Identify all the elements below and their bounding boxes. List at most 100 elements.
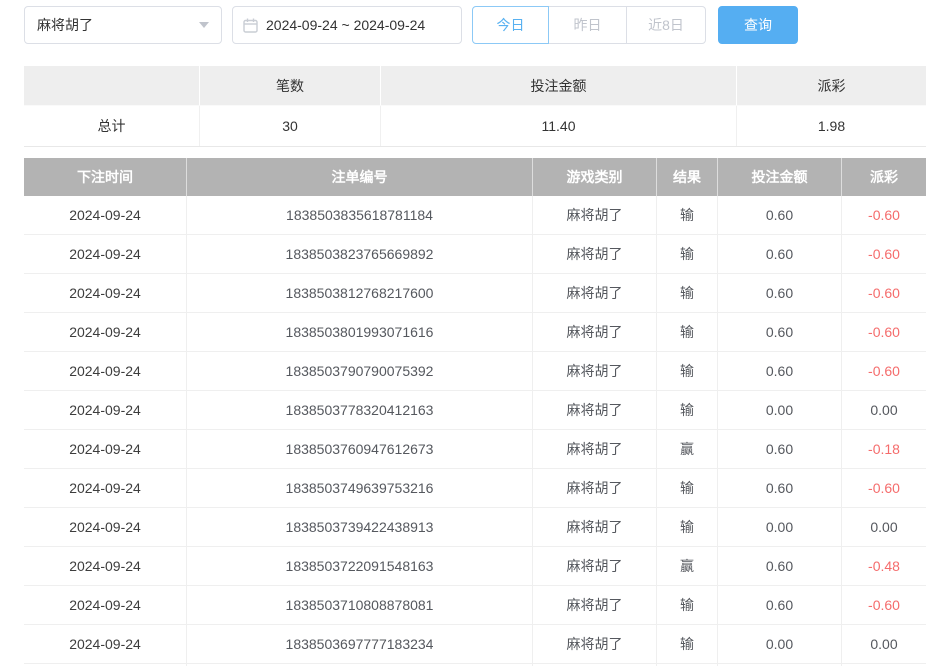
- date-range-input[interactable]: 2024-09-24 ~ 2024-09-24: [232, 6, 462, 44]
- game-type-cell: 麻将胡了: [533, 508, 657, 546]
- order-id-cell: 1838503790790075392: [187, 352, 533, 390]
- game-type-cell: 麻将胡了: [533, 391, 657, 429]
- bet-amount-cell: 0.00: [718, 391, 842, 429]
- table-row: 2024-09-24 1838503835618781184 麻将胡了 输 0.…: [24, 196, 926, 235]
- bet-amount-cell: 0.60: [718, 313, 842, 351]
- table-row: 2024-09-24 1838503760947612673 麻将胡了 赢 0.…: [24, 430, 926, 469]
- game-type-cell: 麻将胡了: [533, 196, 657, 234]
- order-id-cell: 1838503739422438913: [187, 508, 533, 546]
- bet-amount-cell: 0.60: [718, 235, 842, 273]
- payout-cell: 0.00: [842, 391, 926, 429]
- bets-table: 下注时间 注单编号 游戏类别 结果 投注金额 派彩 2024-09-24 183…: [24, 158, 926, 666]
- bet-amount-cell: 0.00: [718, 625, 842, 663]
- game-type-cell: 麻将胡了: [533, 625, 657, 663]
- summary-total-label: 总计: [24, 106, 200, 146]
- payout-cell: -0.60: [842, 352, 926, 390]
- bet-time-cell: 2024-09-24: [24, 430, 187, 468]
- bets-table-body: 2024-09-24 1838503835618781184 麻将胡了 输 0.…: [24, 196, 926, 666]
- bets-header-payout: 派彩: [842, 158, 926, 196]
- table-row: 2024-09-24 1838503749639753216 麻将胡了 输 0.…: [24, 469, 926, 508]
- bet-amount-cell: 0.60: [718, 430, 842, 468]
- payout-cell: -0.60: [842, 235, 926, 273]
- table-row: 2024-09-24 1838503823765669892 麻将胡了 输 0.…: [24, 235, 926, 274]
- table-row: 2024-09-24 1838503812768217600 麻将胡了 输 0.…: [24, 274, 926, 313]
- order-id-cell: 1838503760947612673: [187, 430, 533, 468]
- game-type-cell: 麻将胡了: [533, 235, 657, 273]
- bet-time-cell: 2024-09-24: [24, 313, 187, 351]
- payout-cell: 0.00: [842, 508, 926, 546]
- result-cell: 赢: [657, 430, 718, 468]
- payout-cell: -0.60: [842, 313, 926, 351]
- order-id-cell: 1838503778320412163: [187, 391, 533, 429]
- last-8-days-button[interactable]: 近8日: [626, 6, 706, 44]
- summary-total-row: 总计 30 11.40 1.98: [24, 105, 926, 147]
- calendar-icon: [243, 18, 258, 33]
- payout-cell: 0.00: [842, 625, 926, 663]
- bet-time-cell: 2024-09-24: [24, 469, 187, 507]
- order-id-cell: 1838503697777183234: [187, 625, 533, 663]
- order-id-cell: 1838503722091548163: [187, 547, 533, 585]
- payout-cell: -0.60: [842, 196, 926, 234]
- game-type-cell: 麻将胡了: [533, 586, 657, 624]
- payout-cell: -0.60: [842, 586, 926, 624]
- summary-table: 笔数 投注金额 派彩 总计 30 11.40 1.98: [24, 66, 926, 147]
- chevron-down-icon: [199, 22, 209, 28]
- order-id-cell: 1838503710808878081: [187, 586, 533, 624]
- bet-amount-cell: 0.60: [718, 586, 842, 624]
- bet-time-cell: 2024-09-24: [24, 274, 187, 312]
- query-button[interactable]: 查询: [718, 6, 798, 44]
- bet-amount-cell: 0.60: [718, 196, 842, 234]
- result-cell: 输: [657, 508, 718, 546]
- game-type-cell: 麻将胡了: [533, 430, 657, 468]
- date-range-value: 2024-09-24 ~ 2024-09-24: [266, 17, 425, 33]
- today-button[interactable]: 今日: [472, 6, 549, 44]
- bet-time-cell: 2024-09-24: [24, 586, 187, 624]
- bet-time-cell: 2024-09-24: [24, 547, 187, 585]
- bet-amount-cell: 0.00: [718, 508, 842, 546]
- game-type-cell: 麻将胡了: [533, 313, 657, 351]
- bets-header-row: 下注时间 注单编号 游戏类别 结果 投注金额 派彩: [24, 158, 926, 196]
- result-cell: 输: [657, 469, 718, 507]
- game-type-cell: 麻将胡了: [533, 547, 657, 585]
- table-row: 2024-09-24 1838503697777183234 麻将胡了 输 0.…: [24, 625, 926, 664]
- result-cell: 输: [657, 196, 718, 234]
- game-type-cell: 麻将胡了: [533, 274, 657, 312]
- table-row: 2024-09-24 1838503790790075392 麻将胡了 输 0.…: [24, 352, 926, 391]
- payout-cell: -0.48: [842, 547, 926, 585]
- result-cell: 输: [657, 391, 718, 429]
- bets-header-time: 下注时间: [24, 158, 187, 196]
- game-select[interactable]: 麻将胡了: [24, 6, 222, 44]
- summary-total-payout: 1.98: [737, 106, 926, 146]
- result-cell: 输: [657, 625, 718, 663]
- order-id-cell: 1838503749639753216: [187, 469, 533, 507]
- bet-amount-cell: 0.60: [718, 547, 842, 585]
- summary-header-count: 笔数: [200, 66, 381, 105]
- bet-time-cell: 2024-09-24: [24, 625, 187, 663]
- bet-time-cell: 2024-09-24: [24, 352, 187, 390]
- result-cell: 输: [657, 235, 718, 273]
- summary-total-bet-amount: 11.40: [381, 106, 737, 146]
- game-type-cell: 麻将胡了: [533, 352, 657, 390]
- bets-header-bet-amount: 投注金额: [718, 158, 842, 196]
- summary-header-row: 笔数 投注金额 派彩: [24, 66, 926, 105]
- bets-header-game-type: 游戏类别: [533, 158, 657, 196]
- table-row: 2024-09-24 1838503739422438913 麻将胡了 输 0.…: [24, 508, 926, 547]
- bet-time-cell: 2024-09-24: [24, 235, 187, 273]
- bet-amount-cell: 0.60: [718, 469, 842, 507]
- bet-amount-cell: 0.60: [718, 352, 842, 390]
- order-id-cell: 1838503801993071616: [187, 313, 533, 351]
- result-cell: 输: [657, 274, 718, 312]
- yesterday-button[interactable]: 昨日: [548, 6, 627, 44]
- result-cell: 输: [657, 313, 718, 351]
- payout-cell: -0.18: [842, 430, 926, 468]
- order-id-cell: 1838503812768217600: [187, 274, 533, 312]
- table-row: 2024-09-24 1838503722091548163 麻将胡了 赢 0.…: [24, 547, 926, 586]
- table-row: 2024-09-24 1838503778320412163 麻将胡了 输 0.…: [24, 391, 926, 430]
- summary-header-empty: [24, 66, 200, 105]
- bets-header-order-id: 注单编号: [187, 158, 533, 196]
- result-cell: 赢: [657, 547, 718, 585]
- summary-total-count: 30: [200, 106, 381, 146]
- game-type-cell: 麻将胡了: [533, 469, 657, 507]
- bet-amount-cell: 0.60: [718, 274, 842, 312]
- betting-records-page: 麻将胡了 2024-09-24 ~ 2024-09-24 今日 昨日 近8日 查…: [0, 0, 950, 666]
